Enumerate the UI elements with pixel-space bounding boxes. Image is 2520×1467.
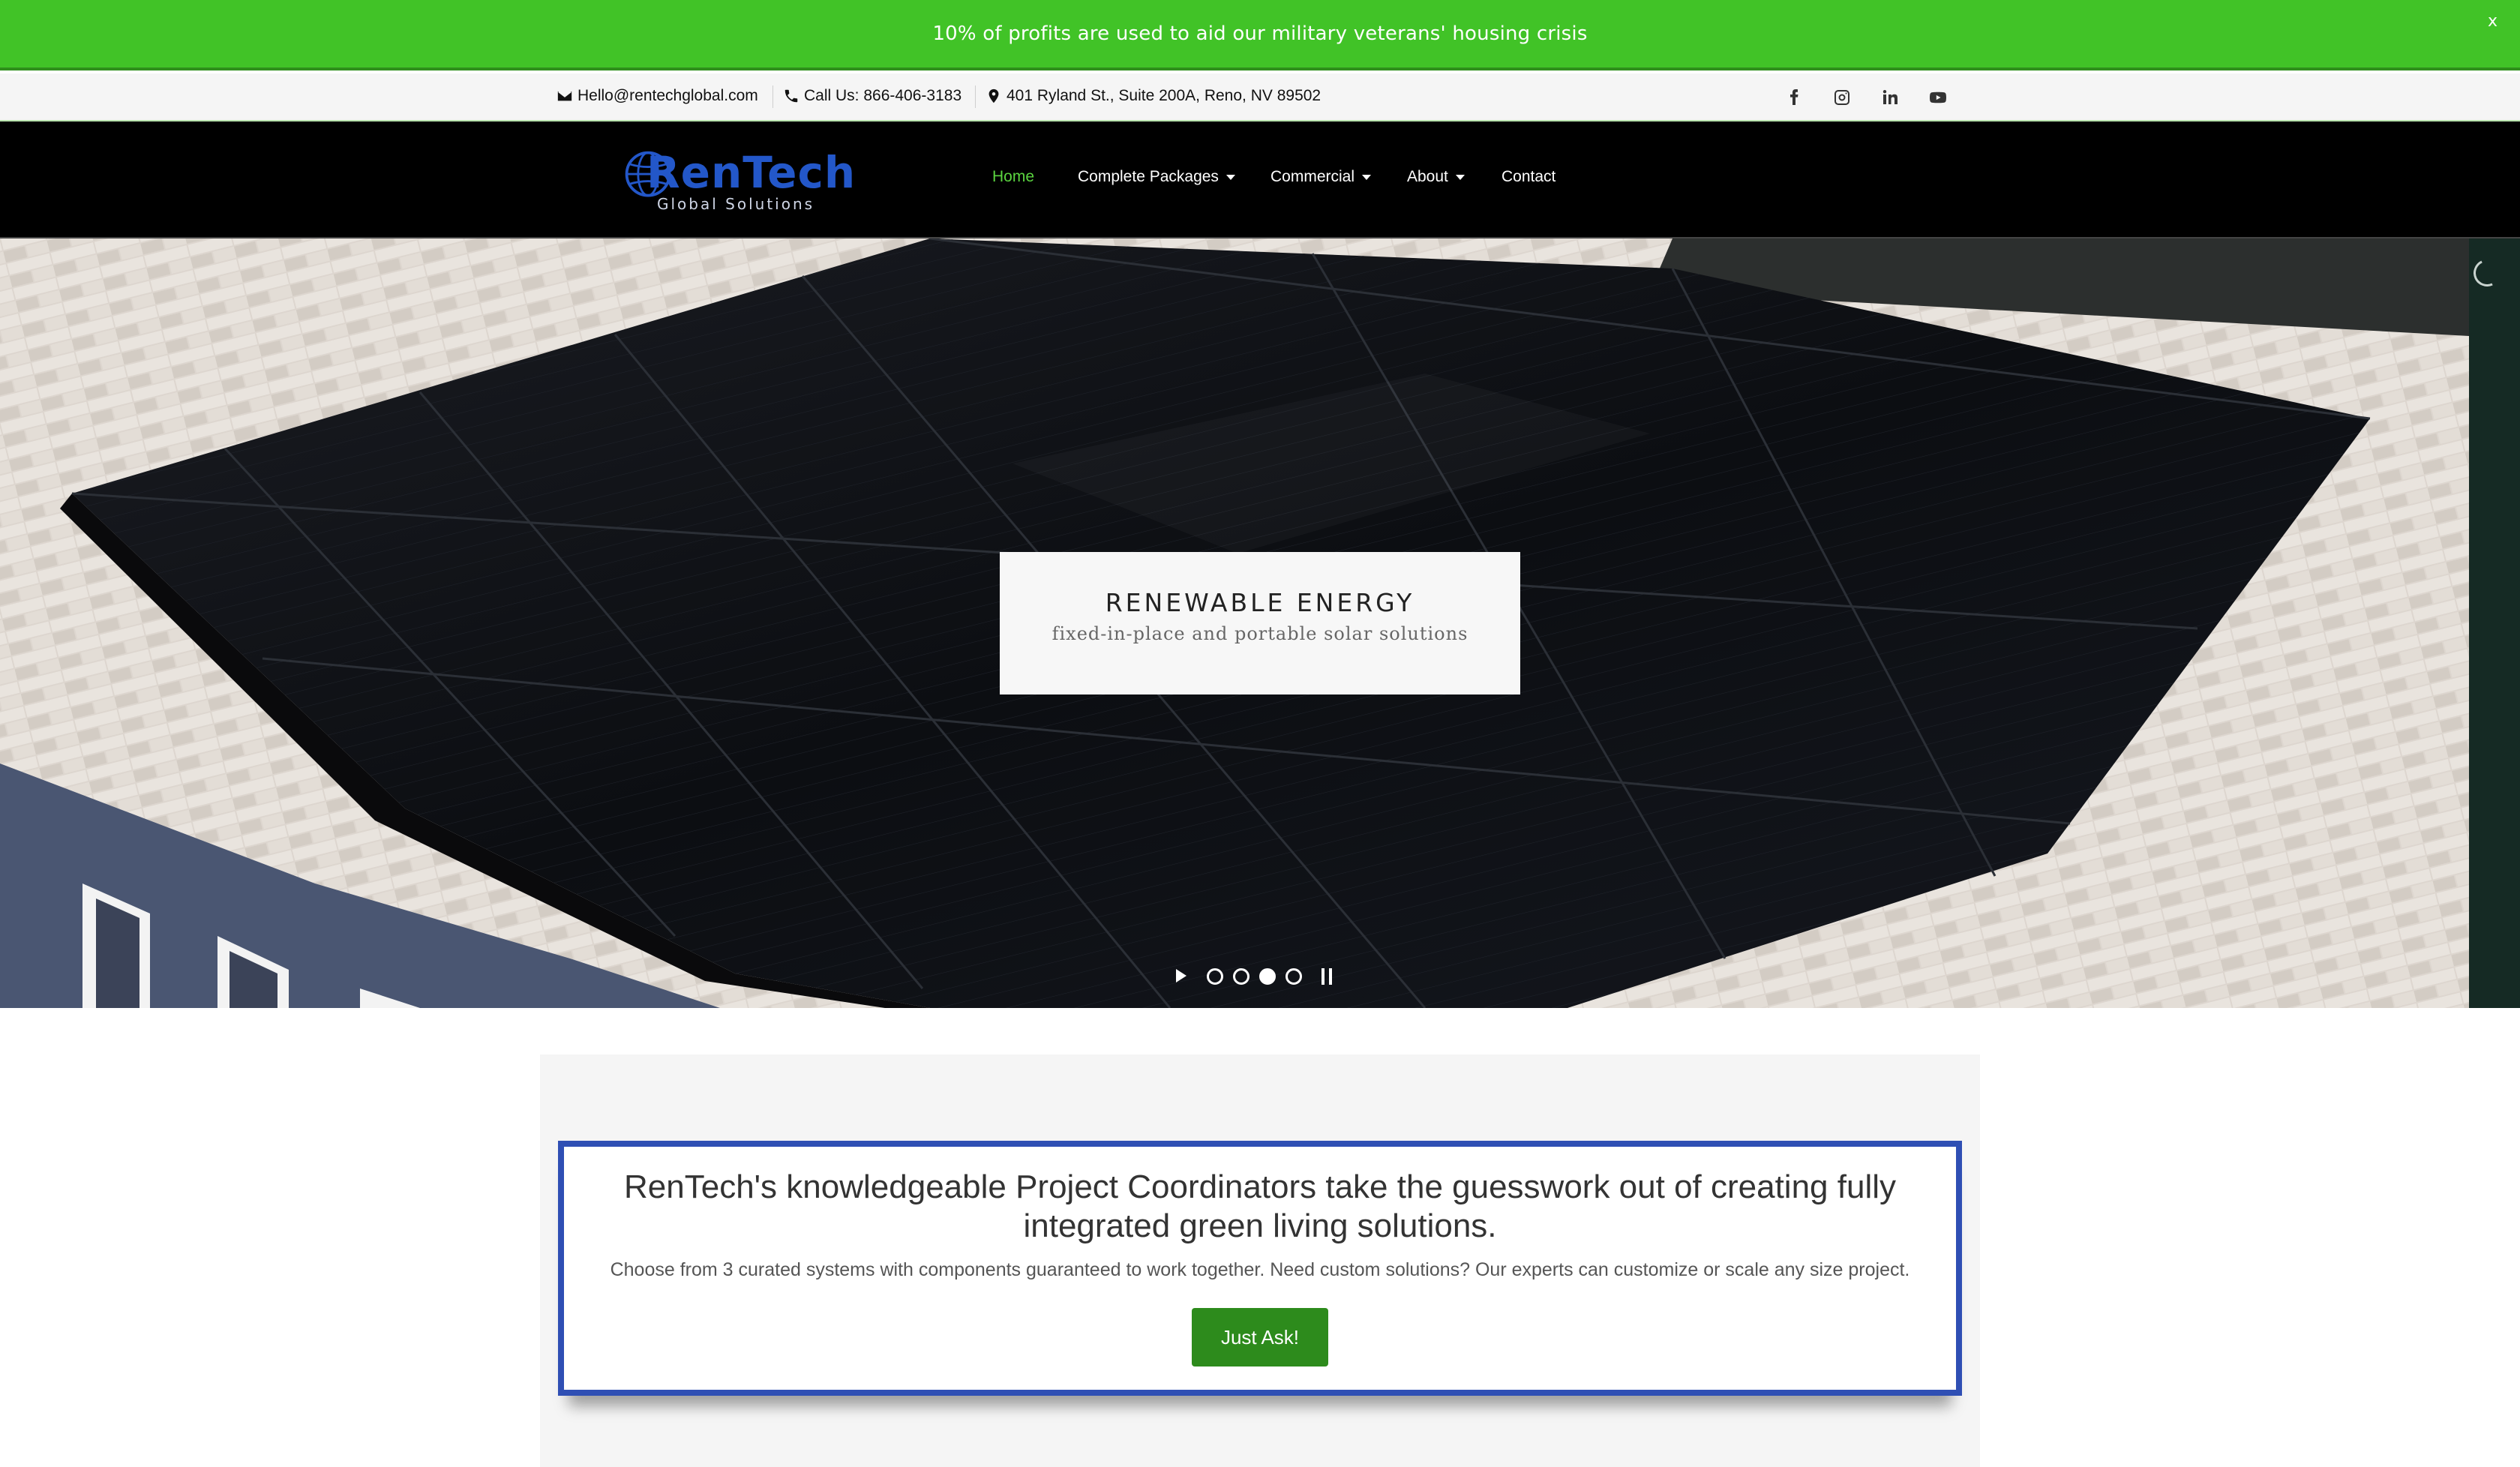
announcement-text: 10% of profits are used to aid our milit… bbox=[932, 22, 1588, 45]
logo-tagline: Global Solutions bbox=[657, 195, 815, 213]
instagram-icon bbox=[1834, 90, 1850, 105]
slider-pause-button[interactable] bbox=[1322, 968, 1332, 985]
nav-about[interactable]: About bbox=[1407, 168, 1465, 186]
address-contact: 401 Ryland St., Suite 200A, Reno, NV 895… bbox=[986, 87, 1321, 105]
main-navbar: RenTech Global Solutions Home Complete P… bbox=[0, 122, 2520, 238]
phone-text: Call Us: 866-406-3183 bbox=[804, 87, 962, 104]
linkedin-link[interactable] bbox=[1876, 84, 1904, 111]
nav-home-label: Home bbox=[992, 168, 1035, 185]
caret-down-icon bbox=[1226, 174, 1235, 180]
email-text: Hello@rentechglobal.com bbox=[578, 87, 758, 104]
hero-slider[interactable]: RENEWABLE ENERGY fixed-in-place and port… bbox=[0, 238, 2469, 1008]
slider-dot-2[interactable] bbox=[1233, 968, 1250, 985]
linkedin-icon bbox=[1882, 90, 1898, 104]
instagram-link[interactable] bbox=[1828, 84, 1856, 111]
divider bbox=[772, 86, 773, 108]
phone-icon bbox=[784, 89, 798, 103]
cta-heading: RenTech's knowledgeable Project Coordina… bbox=[624, 1168, 1896, 1244]
hero-next-slide-peek bbox=[2469, 238, 2520, 1008]
email-contact[interactable]: Hello@rentechglobal.com bbox=[556, 87, 758, 105]
announcement-bar: 10% of profits are used to aid our milit… bbox=[0, 0, 2520, 70]
logo-wordmark: RenTech bbox=[646, 147, 856, 198]
hero-caption: RENEWABLE ENERGY fixed-in-place and port… bbox=[1000, 552, 1520, 694]
nav-commercial[interactable]: Commercial bbox=[1270, 168, 1372, 186]
cta-panel: RenTech's knowledgeable Project Coordina… bbox=[558, 1141, 1962, 1396]
phone-contact[interactable]: Call Us: 866-406-3183 bbox=[783, 87, 962, 105]
rentech-logo[interactable]: RenTech Global Solutions bbox=[621, 146, 855, 218]
slider-dot-1[interactable] bbox=[1207, 968, 1223, 985]
hero-caption-subtitle: fixed-in-place and portable solar soluti… bbox=[1052, 623, 1468, 644]
youtube-link[interactable] bbox=[1924, 84, 1952, 111]
caret-down-icon bbox=[1455, 174, 1465, 180]
hero-caption-title: RENEWABLE ENERGY bbox=[1105, 588, 1415, 617]
nav-complete-packages[interactable]: Complete Packages bbox=[1078, 168, 1235, 186]
just-ask-button[interactable]: Just Ask! bbox=[1192, 1308, 1328, 1366]
nav-commercial-label: Commercial bbox=[1270, 168, 1355, 185]
address-text: 401 Ryland St., Suite 200A, Reno, NV 895… bbox=[1006, 87, 1322, 104]
map-pin-icon bbox=[988, 88, 999, 104]
divider bbox=[975, 86, 976, 108]
youtube-icon bbox=[1930, 92, 1946, 104]
envelope-icon bbox=[557, 91, 572, 101]
announcement-close-button[interactable]: x bbox=[2488, 12, 2498, 31]
nav-home[interactable]: Home bbox=[992, 168, 1034, 186]
nav-about-label: About bbox=[1407, 168, 1448, 185]
slider-dot-3[interactable] bbox=[1259, 968, 1276, 985]
facebook-link[interactable] bbox=[1780, 84, 1808, 111]
nav-contact-label: Contact bbox=[1502, 168, 1556, 185]
facebook-icon bbox=[1790, 89, 1798, 105]
contact-bar: Hello@rentechglobal.com Call Us: 866-406… bbox=[0, 74, 2520, 122]
slider-dot-4[interactable] bbox=[1286, 968, 1302, 985]
slider-play-button[interactable] bbox=[1176, 969, 1186, 982]
nav-contact[interactable]: Contact bbox=[1502, 168, 1556, 186]
nav-complete-packages-label: Complete Packages bbox=[1078, 168, 1219, 185]
caret-down-icon bbox=[1362, 174, 1372, 180]
cta-description: Choose from 3 curated systems with compo… bbox=[610, 1259, 1910, 1280]
